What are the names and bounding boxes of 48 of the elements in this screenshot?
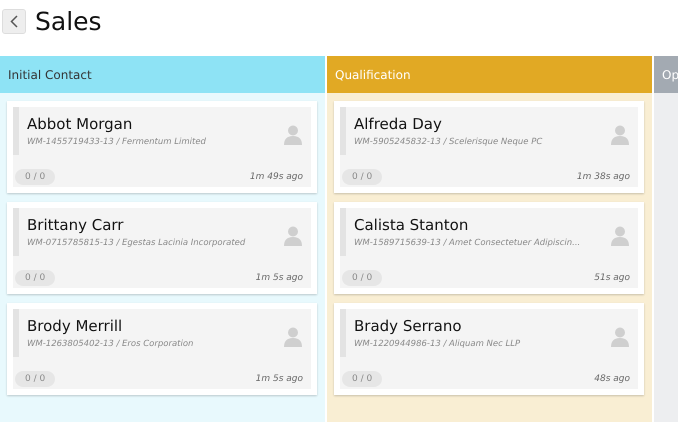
person-icon: [611, 226, 629, 246]
deal-reference: WM-1589715639-13 / Amet Consectetuer Adipiscin...: [354, 238, 582, 248]
person-icon: [284, 226, 302, 246]
deal-card[interactable]: Alfreda Day WM-5905245832-13 / Scelerisque Neque PC 0 / 0 1m 38s ago: [334, 101, 644, 193]
deal-reference: WM-5905245832-13 / Scelerisque Neque PC: [354, 137, 544, 147]
timestamp: 1m 38s ago: [576, 172, 630, 182]
task-count: 0 / 0: [342, 370, 382, 386]
deal-card[interactable]: Abbot Morgan WM-1455719433-13 / Fermentum Limited 0 / 0 1m 49s ago: [7, 101, 317, 193]
page-title: Sales: [35, 6, 102, 36]
timestamp: 1m 5s ago: [256, 374, 303, 384]
card-strip: [340, 208, 346, 256]
task-count: 0 / 0: [15, 270, 56, 286]
card-strip: [340, 107, 346, 155]
deal-card[interactable]: Brody Merrill WM-1263805402-13 / Eros Corporation 0 / 0 1m 5s ago: [7, 303, 317, 395]
chevron-left-icon: [10, 14, 18, 28]
card-strip: [13, 107, 19, 155]
timestamp: 48s ago: [594, 374, 630, 384]
contact-name: Alfreda Day: [354, 115, 443, 133]
person-icon: [611, 327, 629, 347]
deal-card[interactable]: Brittany Carr WM-0715785815-13 / Egestas Lacinia Incorporated 0 / 0 1m 5s ago: [7, 202, 317, 294]
column-header: Op: [654, 56, 678, 93]
card-strip: [13, 309, 19, 357]
contact-name: Brittany Carr: [27, 216, 124, 234]
back-button[interactable]: [2, 8, 26, 34]
deal-reference: WM-0715785815-13 / Egestas Lacinia Incorporated: [27, 238, 246, 248]
column-header: Initial Contact: [0, 56, 325, 93]
task-count: 0 / 0: [15, 168, 56, 184]
deal-reference: WM-1263805402-13 / Eros Corporation: [27, 339, 194, 349]
card-strip: [340, 309, 346, 357]
timestamp: 1m 49s ago: [250, 172, 303, 182]
task-count: 0 / 0: [15, 370, 56, 386]
person-icon: [611, 125, 629, 145]
person-icon: [284, 327, 302, 347]
task-count: 0 / 0: [342, 270, 382, 286]
column-header: Qualification: [327, 56, 652, 93]
timestamp: 1m 5s ago: [256, 272, 303, 282]
contact-name: Brady Serrano: [354, 317, 463, 335]
person-icon: [284, 125, 302, 145]
deal-reference: WM-1220944986-13 / Aliquam Nec LLP: [354, 339, 522, 349]
timestamp: 51s ago: [594, 272, 630, 282]
card-strip: [13, 208, 19, 256]
deal-card[interactable]: Calista Stanton WM-1589715639-13 / Amet Consectetuer Adipiscin... 0 / 0 51s ago: [334, 202, 644, 294]
task-count: 0 / 0: [342, 168, 382, 184]
contact-name: Calista Stanton: [354, 216, 470, 234]
deal-reference: WM-1455719433-13 / Fermentum Limited: [27, 137, 207, 147]
contact-name: Brody Merrill: [27, 317, 124, 335]
deal-card[interactable]: Brady Serrano WM-1220944986-13 / Aliquam Nec LLP 0 / 0 48s ago: [334, 303, 644, 395]
contact-name: Abbot Morgan: [27, 115, 134, 133]
